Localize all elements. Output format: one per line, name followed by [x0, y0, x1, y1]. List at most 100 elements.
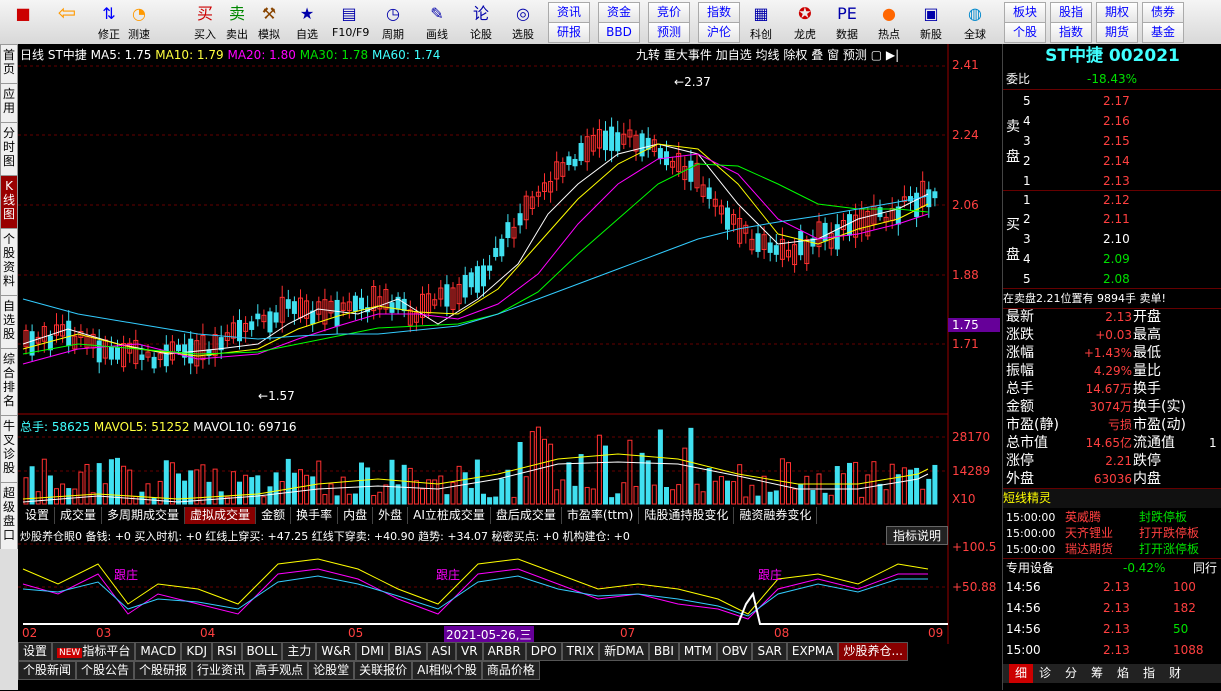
tb-futures-index[interactable]: 股指	[1050, 2, 1092, 23]
info-notice[interactable]: 个股公告	[76, 661, 135, 680]
tb-auction[interactable]: 竞价	[648, 2, 690, 23]
itab-obv[interactable]: OBV	[716, 642, 753, 661]
tab-apps[interactable]: 应用	[0, 83, 18, 122]
watchlist-button[interactable]: ★ 自选	[290, 2, 324, 42]
tab-kline[interactable]: K线图	[0, 175, 18, 228]
tab-volume[interactable]: 成交量	[55, 507, 103, 524]
short-row[interactable]: 15:00:00 瑞达期货 打开涨停板	[1003, 540, 1221, 559]
info-commodity[interactable]: 商品价格	[481, 661, 540, 680]
itab-wr[interactable]: W&R	[316, 642, 356, 661]
itab-mtm[interactable]: MTM	[678, 642, 717, 661]
dragon-button[interactable]: ✪ 龙虎	[788, 2, 822, 42]
tab-profile[interactable]: 个股资料	[0, 228, 18, 295]
tab-watchlist[interactable]: 自选股	[0, 295, 18, 348]
info-forum[interactable]: 论股堂	[308, 661, 355, 680]
select-stock-button[interactable]: ◎ 选股	[506, 2, 540, 42]
tb-sector[interactable]: 板块	[1004, 2, 1046, 23]
menu-ma[interactable]: 均线	[756, 48, 780, 62]
itab-rsi[interactable]: RSI	[212, 642, 242, 661]
itab-boll[interactable]: BOLL	[241, 642, 283, 661]
tab-settings[interactable]: 设置	[20, 507, 56, 524]
sell-row[interactable]: 1 2.13	[1003, 172, 1221, 191]
sell-row[interactable]: 4 2.16	[1003, 112, 1221, 131]
menu-events[interactable]: 重大事件	[664, 48, 712, 62]
hot-button[interactable]: ● 热点	[872, 2, 906, 42]
buy-row[interactable]: 4 2.09	[1003, 250, 1221, 269]
tab-hk-connect[interactable]: 陆股通持股变化	[639, 507, 735, 524]
tb-bbd[interactable]: BBD	[598, 22, 640, 43]
sell-row[interactable]: 5 2.17	[1003, 92, 1221, 111]
menu-forecast[interactable]: 预测	[843, 48, 867, 62]
itab-vr[interactable]: VR	[456, 642, 483, 661]
info-expert[interactable]: 高手观点	[250, 661, 309, 680]
kechuang-button[interactable]: ▦ 科创	[744, 2, 778, 42]
f10-button[interactable]: ▤ F10/F9	[332, 2, 369, 42]
itab-macd[interactable]: MACD	[135, 642, 182, 661]
menu-overlay[interactable]: 叠	[811, 48, 823, 62]
itab-custom[interactable]: 炒股养仓...	[838, 642, 908, 661]
tab-home[interactable]: 首页	[0, 44, 18, 83]
info-report[interactable]: 个股研报	[134, 661, 193, 680]
info-ai-similar[interactable]: AI相似个股	[412, 661, 482, 680]
period-button[interactable]: ◷ 周期	[376, 2, 410, 42]
peer-button[interactable]: 同行	[1193, 559, 1217, 578]
tb-news[interactable]: 资讯	[548, 2, 590, 23]
draw-button[interactable]: ✎ 画线	[420, 2, 454, 42]
itab-sar[interactable]: SAR	[752, 642, 787, 661]
tab-margin[interactable]: 融资融券变化	[734, 507, 818, 524]
itab-bias[interactable]: BIAS	[389, 642, 427, 661]
menu-add-watch[interactable]: 加自选	[716, 48, 752, 62]
tab-after-volume[interactable]: 盘后成交量	[491, 507, 562, 524]
info-news[interactable]: 个股新闻	[18, 661, 77, 680]
menu-jiuzhuan[interactable]: 九转	[636, 48, 660, 62]
tab-pe[interactable]: 市盈率(ttm)	[562, 507, 640, 524]
buy-row[interactable]: 5 2.08	[1003, 270, 1221, 289]
tb-forecast[interactable]: 预测	[648, 22, 690, 43]
sell-row[interactable]: 2 2.14	[1003, 152, 1221, 171]
itab-settings[interactable]: 设置	[18, 642, 53, 661]
tb-bonds[interactable]: 债券	[1142, 2, 1184, 23]
next-icon[interactable]: ▶|	[886, 48, 899, 62]
tb-shanghai-london[interactable]: 沪伦	[698, 22, 740, 43]
buy-row[interactable]: 3 2.10	[1003, 230, 1221, 249]
buy-row[interactable]: 1 2.12	[1003, 190, 1221, 210]
tab-outer[interactable]: 外盘	[373, 507, 409, 524]
itab-bbi[interactable]: BBI	[648, 642, 679, 661]
itab-dma[interactable]: 新DMA	[599, 642, 649, 661]
tab-timeshare[interactable]: 分时图	[0, 122, 18, 175]
tab-ai-volume[interactable]: AI立桩成交量	[408, 507, 491, 524]
speed-button[interactable]: ◔ 测速	[122, 2, 156, 42]
menu-exright[interactable]: 除权	[783, 48, 807, 62]
lock-icon[interactable]: ▢	[871, 48, 882, 62]
itab-arbr[interactable]: ARBR	[482, 642, 526, 661]
info-related[interactable]: 关联报价	[354, 661, 413, 680]
back-icon[interactable]: ⇦	[50, 2, 84, 42]
ptab-chips[interactable]: 筹	[1091, 664, 1103, 683]
menu-window[interactable]: 窗	[827, 48, 839, 62]
home-icon[interactable]: ■	[6, 2, 40, 42]
tab-ranking[interactable]: 综合排名	[0, 348, 18, 415]
tab-super-panel[interactable]: 超级盘口	[0, 482, 18, 549]
tab-virtual-volume[interactable]: 虚拟成交量	[185, 507, 257, 524]
sell-row[interactable]: 3 2.15	[1003, 132, 1221, 151]
buy-button[interactable]: 买买入	[188, 2, 222, 42]
itab-trix[interactable]: TRIX	[561, 642, 600, 661]
itab-main[interactable]: 主力	[282, 642, 317, 661]
sell-button[interactable]: 卖卖出	[220, 2, 254, 42]
buy-row[interactable]: 2 2.11	[1003, 210, 1221, 229]
ptab-flame[interactable]: 焰	[1117, 664, 1129, 683]
ptab-detail[interactable]: 细	[1009, 664, 1034, 683]
tab-inner[interactable]: 内盘	[338, 507, 374, 524]
indicator-help-button[interactable]: 指标说明	[886, 526, 949, 545]
tb-futures[interactable]: 期货	[1096, 22, 1138, 43]
tb-report[interactable]: 研报	[548, 22, 590, 43]
itab-dmi[interactable]: DMI	[355, 642, 390, 661]
tb-fund[interactable]: 基金	[1142, 22, 1184, 43]
data-button[interactable]: PE 数据	[830, 2, 864, 42]
tab-amount[interactable]: 金额	[256, 507, 292, 524]
ptab-finance[interactable]: 财	[1169, 664, 1181, 683]
kline-chart[interactable]: 日线 ST中捷 MA5: 1.75 MA10: 1.79 MA20: 1.80 …	[18, 44, 1002, 670]
tb-index[interactable]: 指数	[698, 2, 740, 23]
simulate-button[interactable]: ⚒ 模拟	[252, 2, 286, 42]
tb-options[interactable]: 期权	[1096, 2, 1138, 23]
